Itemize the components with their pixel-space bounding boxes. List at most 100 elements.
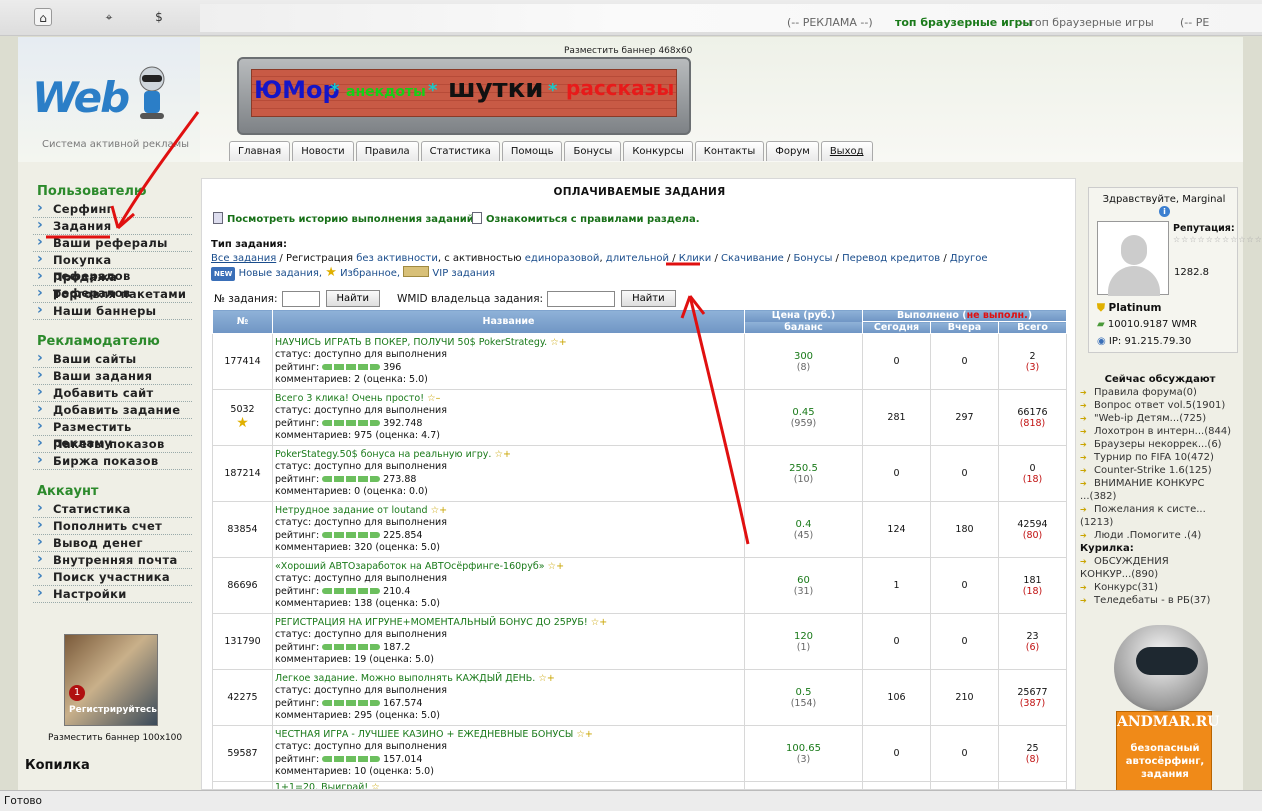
- task-comments[interactable]: комментариев: 10 (оценка: 5.0): [275, 766, 434, 777]
- sidebar-item-referrals[interactable]: Ваши рефералы: [33, 234, 192, 252]
- sidebar-item-our-banners[interactable]: Наши баннеры: [33, 302, 192, 320]
- kurilka-item[interactable]: ОБСУЖДЕНИЯ: [1080, 555, 1255, 568]
- sidebar-item-add-task[interactable]: Добавить задание: [33, 401, 192, 419]
- tab-forum[interactable]: Форум: [766, 141, 819, 161]
- forum-item[interactable]: Лохотрон в интерн...(844): [1080, 425, 1255, 438]
- table-row[interactable]: 131790 РЕГИСТРАЦИЯ НА ИГРУНЕ+МОМЕНТАЛЬНЫЙ…: [212, 613, 1067, 670]
- type-download-link[interactable]: Скачивание: [721, 253, 784, 264]
- find-button[interactable]: Найти: [325, 290, 380, 307]
- tab-logout[interactable]: Выход: [820, 141, 873, 161]
- table-row[interactable]: 177414 НАУЧИСЬ ИГРАТЬ В ПОКЕР, ПОЛУЧИ 50$…: [212, 333, 1067, 390]
- task-title-link[interactable]: «Хороший АВТОзаработок на АВТОсёрфинге-1…: [275, 561, 545, 572]
- tab-contacts[interactable]: Контакты: [694, 141, 765, 161]
- forum-item[interactable]: Counter-Strike 1.6(125): [1080, 464, 1255, 477]
- andmar-banner[interactable]: ANDMAR.RU безопасный автосёрфинг, задани…: [1108, 625, 1220, 795]
- sidebar-item-deposit[interactable]: Пополнить счет: [33, 517, 192, 535]
- table-row[interactable]: 86696 «Хороший АВТОзаработок на АВТОсёрфи…: [212, 557, 1067, 614]
- sidebar-item-place-ad[interactable]: Разместить рекламу: [33, 418, 192, 450]
- sidebar-item-withdraw[interactable]: Вывод денег: [33, 534, 192, 552]
- forum-item[interactable]: Пожелания к систе...: [1080, 503, 1255, 516]
- favorite-add-icon[interactable]: ☆+: [431, 505, 447, 516]
- task-title-link[interactable]: ЧЕСТНАЯ ИГРА - ЛУЧШЕЕ КАЗИНО + ЕЖЕДНЕВНЫ…: [275, 729, 573, 740]
- forum-item[interactable]: ВНИМАНИЕ КОНКУРС: [1080, 477, 1255, 490]
- col-num[interactable]: №: [212, 309, 273, 334]
- type-bonus-link[interactable]: Бонусы: [794, 253, 833, 264]
- col-yesterday[interactable]: Вчера: [930, 321, 999, 334]
- sidebar-item-settings[interactable]: Настройки: [33, 585, 192, 603]
- tab-help[interactable]: Помощь: [501, 141, 563, 161]
- type-one-time-link[interactable]: единоразовой: [525, 253, 600, 264]
- sidebar-item-find-member[interactable]: Поиск участника: [33, 568, 192, 586]
- forum-item[interactable]: Вопрос ответ vol.5(1901): [1080, 399, 1255, 412]
- task-comments[interactable]: комментариев: 295 (оценка: 5.0): [275, 710, 440, 721]
- kurilka-item-cont[interactable]: КОНКУР...(890): [1080, 568, 1255, 581]
- find-wmid-button[interactable]: Найти: [621, 290, 676, 307]
- history-link[interactable]: Посмотреть историю выполнения заданий.: [227, 214, 478, 225]
- col-price[interactable]: Цена (руб.): [744, 309, 863, 322]
- favorite-add-icon[interactable]: ☆+: [550, 337, 566, 348]
- kurilka-item[interactable]: Теледебаты - в РБ(37): [1080, 594, 1255, 607]
- table-row[interactable]: 83854 Нетрудное задание от loutand ☆+ стат…: [212, 501, 1067, 558]
- sidebar-item-buy-referrals[interactable]: Покупка рефералов: [33, 251, 192, 283]
- wmid-input[interactable]: [547, 290, 616, 307]
- type-long-link[interactable]: длительной: [606, 253, 669, 264]
- col-total[interactable]: Всего: [998, 321, 1067, 334]
- type-other-link[interactable]: Другое: [950, 253, 988, 264]
- task-title-link[interactable]: 1+1=20. Выиграй!: [275, 782, 368, 789]
- sidebar-item-package-trade[interactable]: Торговля пакетами: [33, 285, 192, 303]
- type-clicks-link[interactable]: Клики: [679, 253, 712, 264]
- col-today[interactable]: Сегодня: [862, 321, 931, 334]
- type-no-activity-link[interactable]: без активности: [356, 253, 438, 264]
- type-credit-transfer-link[interactable]: Перевод кредитов: [842, 253, 940, 264]
- sidebar-item-statistics[interactable]: Статистика: [33, 500, 192, 518]
- favorites-link[interactable]: Избранное,: [340, 268, 400, 279]
- favorite-add-icon[interactable]: ☆+: [576, 729, 592, 740]
- tab-rules[interactable]: Правила: [355, 141, 419, 161]
- task-title-link[interactable]: PokerStategy.50$ бонуса на реальную игру…: [275, 449, 491, 460]
- logo[interactable]: Web Система активной рекламы: [18, 37, 200, 162]
- forum-item-cont[interactable]: (1213): [1080, 516, 1255, 529]
- tab-contests[interactable]: Конкурсы: [623, 141, 693, 161]
- sidebar-item-your-tasks[interactable]: Ваши задания: [33, 367, 192, 385]
- forum-item[interactable]: Правила форума(0): [1080, 386, 1255, 399]
- forum-item[interactable]: Браузеры некоррек...(6): [1080, 438, 1255, 451]
- avatar[interactable]: [1097, 221, 1169, 296]
- task-comments[interactable]: комментариев: 320 (оценка: 5.0): [275, 542, 440, 553]
- tab-news[interactable]: Новости: [292, 141, 354, 161]
- task-comments[interactable]: комментариев: 19 (оценка: 5.0): [275, 654, 434, 665]
- task-no-input[interactable]: [281, 290, 320, 307]
- dollar-icon[interactable]: $: [150, 8, 168, 26]
- sidebar-item-sell-referrals[interactable]: Продажа рефералов: [33, 268, 192, 300]
- favorite-add-icon[interactable]: ☆+: [548, 561, 564, 572]
- new-tasks-link[interactable]: Новые задания,: [239, 268, 322, 279]
- task-title-link[interactable]: Нетрудное задание от loutand: [275, 505, 428, 516]
- task-comments[interactable]: комментариев: 138 (оценка: 5.0): [275, 598, 440, 609]
- col-balance[interactable]: баланс: [744, 321, 863, 334]
- favorite-add-icon[interactable]: ☆–: [427, 393, 440, 404]
- tab-statistics[interactable]: Статистика: [420, 141, 500, 161]
- sidebar-item-mail[interactable]: Внутренняя почта: [33, 551, 192, 569]
- banner-100-caption[interactable]: Разместить баннер 100x100: [48, 733, 182, 743]
- banner-caption[interactable]: Разместить баннер 468x60: [564, 46, 692, 56]
- task-title-link[interactable]: Легкое задание. Можно выполнять КАЖДЫЙ Д…: [275, 673, 535, 684]
- top-banner[interactable]: ЮМор * анекдоты * шутки * рассказы: [237, 57, 691, 135]
- task-comments[interactable]: комментариев: 2 (оценка: 5.0): [275, 374, 428, 385]
- table-row[interactable]: 5032 ★ Всего 3 клика! Очень просто! ☆– стат…: [212, 389, 1067, 446]
- table-row[interactable]: 59587 ЧЕСТНАЯ ИГРА - ЛУЧШЕЕ КАЗИНО + ЕЖЕД…: [212, 725, 1067, 782]
- favorite-add-icon[interactable]: ☆+: [591, 617, 607, 628]
- register-promo-banner[interactable]: 1 Регистрируйтесь: [64, 634, 158, 726]
- sidebar-item-impression-packs[interactable]: Пакеты показов: [33, 435, 192, 453]
- sidebar-item-add-site[interactable]: Добавить сайт: [33, 384, 192, 402]
- task-title-link[interactable]: РЕГИСТРАЦИЯ НА ИГРУНЕ+МОМЕНТАЛЬНЫЙ БОНУС…: [275, 617, 588, 628]
- home-icon[interactable]: ⌂: [34, 8, 52, 26]
- favorite-add-icon[interactable]: ☆: [371, 782, 380, 789]
- task-comments[interactable]: комментариев: 0 (оценка: 0.0): [275, 486, 428, 497]
- kurilka-item[interactable]: Конкурс(31): [1080, 581, 1255, 594]
- forum-item[interactable]: "Web-ip Детям...(725): [1080, 412, 1255, 425]
- info-icon[interactable]: i: [1159, 206, 1170, 217]
- ad-link[interactable]: топ браузерные игры: [895, 16, 1032, 29]
- table-row[interactable]: 42275 Легкое задание. Можно выполнять КАЖ…: [212, 669, 1067, 726]
- tab-bonuses[interactable]: Бонусы: [564, 141, 622, 161]
- crosshair-icon[interactable]: ⌖: [100, 8, 118, 26]
- forum-item[interactable]: Люди .Помогите .(4): [1080, 529, 1255, 542]
